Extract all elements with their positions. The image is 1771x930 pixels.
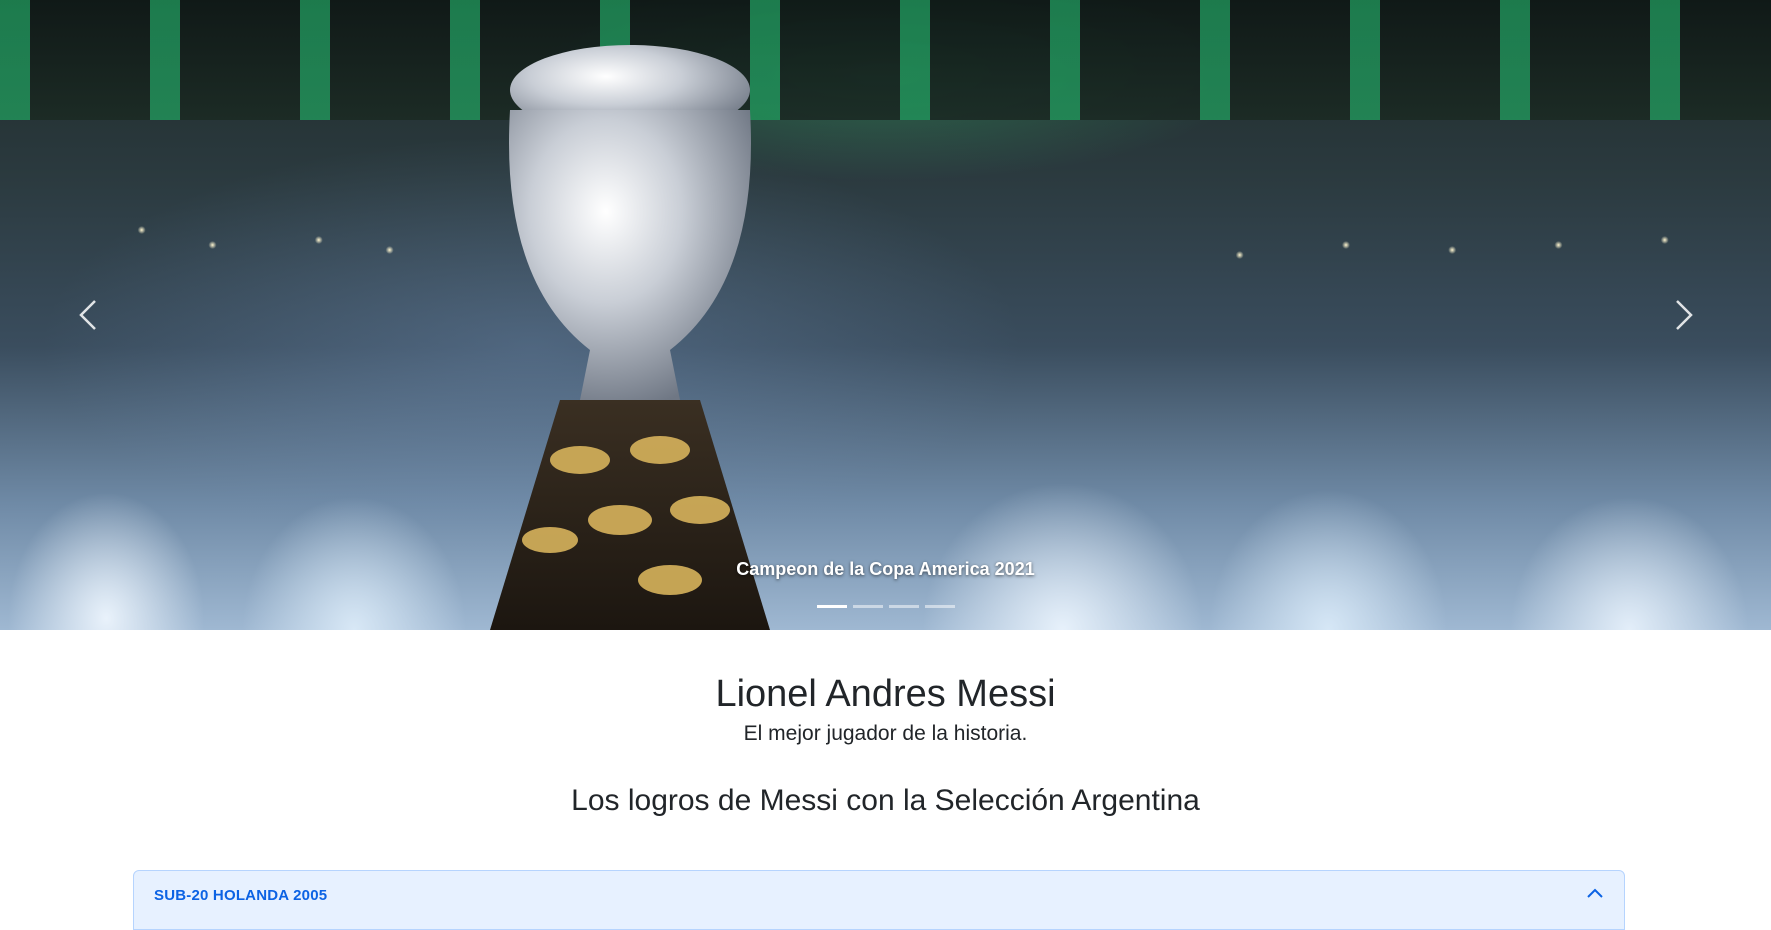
carousel-indicator-1[interactable] <box>816 605 847 608</box>
page-subtitle: El mejor jugador de la historia. <box>743 721 1028 745</box>
stadium-lights <box>0 200 1771 300</box>
accordion-item-label: SUB-20 HOLANDA 2005 <box>154 886 328 904</box>
hero-text: Lionel Andres Messi El mejor jugador de … <box>0 672 1771 746</box>
carousel-indicators <box>0 605 1771 608</box>
carousel-prev-button[interactable] <box>0 0 175 630</box>
celebrating-players <box>0 400 1771 630</box>
carousel-image-background <box>0 0 1771 120</box>
carousel-indicator-3[interactable] <box>888 605 919 608</box>
carousel-caption: Campeon de la Copa America 2021 <box>736 559 1035 579</box>
carousel-next-button[interactable] <box>1596 0 1771 630</box>
carousel-indicator-2[interactable] <box>852 605 883 608</box>
page-title: Lionel Andres Messi <box>715 673 1056 715</box>
achievements-accordion: SUB-20 HOLANDA 2005 <box>133 870 1625 930</box>
hero-carousel: Campeon de la Copa America 2021 <box>0 0 1771 630</box>
carousel-indicator-4[interactable] <box>924 605 955 608</box>
achievements-heading: Los logros de Messi con la Selección Arg… <box>571 783 1200 817</box>
chevron-right-icon <box>1675 300 1693 330</box>
trophy-icon <box>490 45 770 630</box>
chevron-up-icon <box>1587 888 1603 898</box>
chevron-left-icon <box>78 300 96 330</box>
accordion-item-sub20-holanda-2005[interactable]: SUB-20 HOLANDA 2005 <box>134 871 1624 929</box>
